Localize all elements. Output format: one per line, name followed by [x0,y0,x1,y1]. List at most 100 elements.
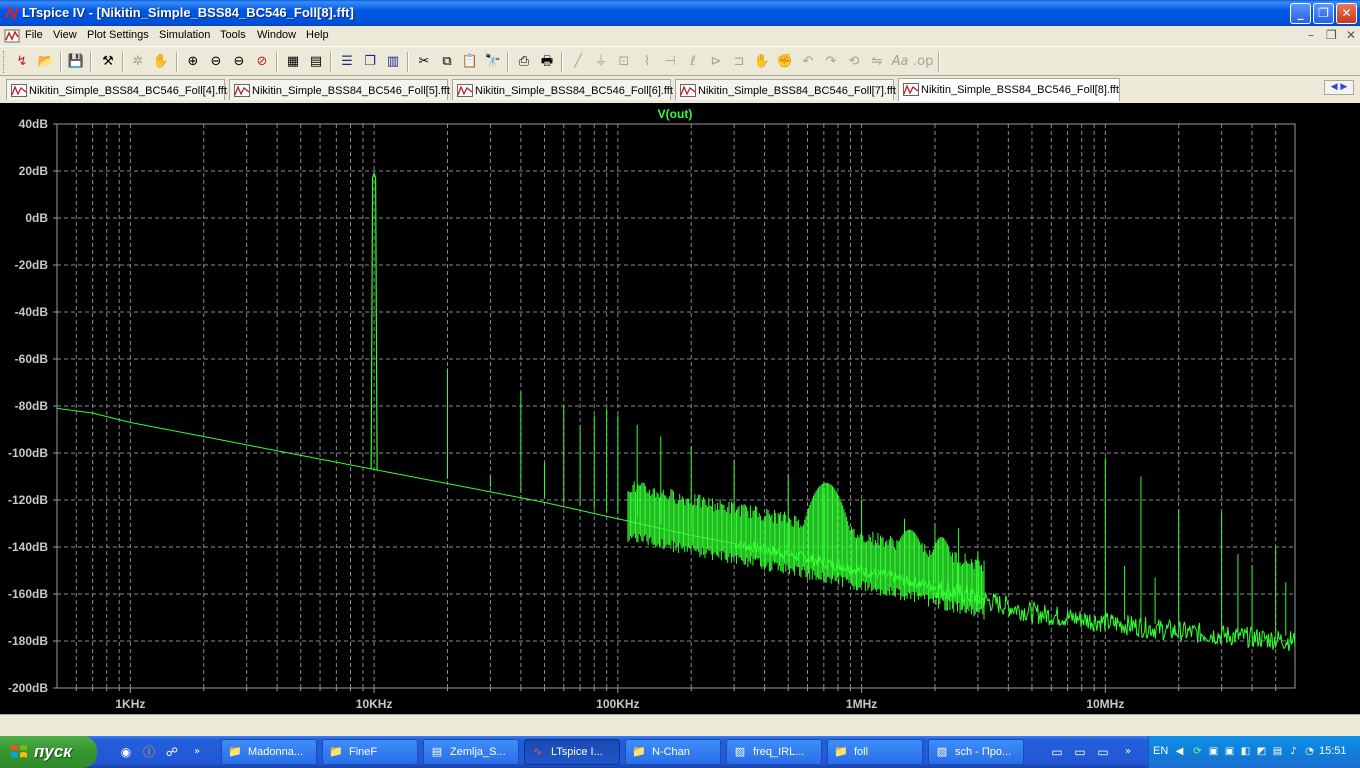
tile-vertical-icon[interactable]: ▥ [383,52,403,72]
capacitor-icon[interactable]: ⊣ [660,52,680,72]
app-quick-icon[interactable]: ▭ [1095,744,1111,760]
folder-quick-icon[interactable]: ▭ [1049,744,1065,760]
clock[interactable]: 15:51 [1319,745,1347,757]
wire-icon[interactable]: ╱ [568,52,588,72]
tray-arrow-icon[interactable]: ◀ [1173,745,1186,758]
waveform-plot-pane[interactable]: 40dB 20dB 0dB -20dB -40dB -60dB -80dB -100dB -12… [0,103,1360,714]
mirror-icon[interactable]: ⇋ [867,52,887,72]
tab-scroll-arrows[interactable]: ◀ ▶ [1324,80,1354,95]
text-icon[interactable]: Aa [890,52,910,72]
tile-horizontal-icon[interactable]: ☰ [337,52,357,72]
network-icon[interactable]: ☍ [164,744,180,760]
task-foll[interactable]: 📁 foll [827,739,923,765]
close-button[interactable]: ✕ [1336,3,1357,24]
tray-misc-icon[interactable]: ◔ [1303,745,1316,758]
autorange-icon[interactable]: ✲ [128,52,148,72]
task-finef[interactable]: 📁 FineF [322,739,418,765]
find-icon[interactable]: 🔭 [483,52,503,72]
mdi-restore-icon[interactable]: ❐ [1326,28,1337,42]
component-icon[interactable]: ⊐ [729,52,749,72]
rotate-icon[interactable]: ⟲ [844,52,864,72]
restore-button[interactable]: ❐ [1313,3,1334,24]
menu-plot-settings[interactable]: Plot Settings [87,29,149,41]
x-tick-label: 100KHz [596,697,639,711]
title-bar[interactable]: LTspice IV - [Nikitin_Simple_BSS84_BC546… [0,0,1360,26]
x-axis: 1KHz 10KHz 100KHz 1MHz 10MHz [75,688,1277,711]
language-indicator[interactable]: EN [1153,745,1168,757]
fft-plot[interactable]: 40dB 20dB 0dB -20dB -40dB -60dB -80dB -100dB -12… [0,103,1360,714]
start-button[interactable]: пуск [0,736,97,768]
chrome-icon[interactable]: ◉ [118,744,134,760]
label-net-icon[interactable]: ⊡ [614,52,634,72]
task-label: sch - Про... [955,746,1012,758]
monitor-icon[interactable]: ▤ [1271,745,1284,758]
y-tick-label: 40dB [19,117,49,131]
ground-icon[interactable]: ⏚ [591,52,611,72]
paste-icon[interactable]: 📋 [460,52,480,72]
zoom-back-icon[interactable]: ⊖ [229,52,249,72]
update-icon[interactable]: ⟳ [1191,745,1204,758]
task-n-chan[interactable]: 📁 N-Chan [625,739,721,765]
undo-icon[interactable]: ↶ [798,52,818,72]
mdi-minimize-icon[interactable]: – [1308,28,1314,42]
save-icon[interactable]: 💾 [66,52,86,72]
info-icon[interactable]: ⓘ [141,744,157,760]
zoom-out-icon[interactable]: ⊖ [206,52,226,72]
task-label: Zemlja_S... [450,746,506,758]
cut-icon[interactable]: ✂ [414,52,434,72]
tab-foll-4[interactable]: Nikitin_Simple_BSS84_BC546_Foll[4].fft [6,79,227,100]
folder-icon: 📁 [228,745,242,758]
tab-foll-7[interactable]: Nikitin_Simple_BSS84_BC546_Foll[7].fft [675,79,896,100]
redo-icon[interactable]: ↷ [821,52,841,72]
task-ltspice[interactable]: ∿ LTspice I... [524,739,620,765]
copy-icon[interactable]: ⧉ [437,52,457,72]
move-icon[interactable]: ✋ [752,52,772,72]
antivirus-icon[interactable]: ◩ [1255,745,1268,758]
toolbar-separator [407,52,409,72]
spice-directive-icon[interactable]: .op [913,52,933,72]
print-preview-icon[interactable]: ⎙ [514,52,534,72]
menu-help[interactable]: Help [306,29,329,41]
minimize-button[interactable]: _ [1290,3,1311,24]
resistor-icon[interactable]: ⌇ [637,52,657,72]
toolbar-grip[interactable] [3,51,6,73]
zoom-extents-icon[interactable]: ⊘ [252,52,272,72]
pan-icon[interactable]: ✋ [151,52,171,72]
diode-icon[interactable]: ⊳ [706,52,726,72]
run-icon[interactable]: ↯ [12,52,32,72]
menu-window[interactable]: Window [257,29,296,41]
task-madonna[interactable]: 📁 Madonna... [221,739,317,765]
tab-foll-5[interactable]: Nikitin_Simple_BSS84_BC546_Foll[5].fft [229,79,450,100]
mdi-close-icon[interactable]: ✕ [1346,28,1356,42]
drag-icon[interactable]: ✊ [775,52,795,72]
window-quick-icon[interactable]: ▭ [1072,744,1088,760]
zoom-in-icon[interactable]: ⊕ [183,52,203,72]
task-freq-irl[interactable]: ▨ freq_IRL... [726,739,822,765]
tab-foll-6[interactable]: Nikitin_Simple_BSS84_BC546_Foll[6].fft [452,79,673,100]
speaker-icon[interactable]: ♪ [1287,745,1300,758]
cascade-icon[interactable]: ❐ [360,52,380,72]
print-icon[interactable]: 🖶 [537,52,557,72]
tab-foll-8[interactable]: Nikitin_Simple_BSS84_BC546_Foll[8].fft [898,78,1120,101]
volume-icon[interactable]: ◧ [1239,745,1252,758]
trace-label-vout[interactable]: V(out) [658,107,693,121]
control-panel-icon[interactable]: ⚒ [98,52,118,72]
inductor-icon[interactable]: ℓ [683,52,703,72]
new-pane-icon[interactable]: ▤ [306,52,326,72]
quicklaunch-more-icon[interactable]: » [189,744,205,760]
task-sch[interactable]: ▨ sch - Про... [928,739,1024,765]
toolbar-separator [60,52,62,72]
menu-simulation[interactable]: Simulation [159,29,210,41]
menu-view[interactable]: View [53,29,77,41]
menu-tools[interactable]: Tools [220,29,246,41]
network-tray-icon[interactable]: ▣ [1207,745,1220,758]
network-tray-icon-2[interactable]: ▣ [1223,745,1236,758]
y-tick-label: -80dB [15,399,49,413]
open-icon[interactable]: 📂 [36,52,56,72]
taskbar-more-icon[interactable]: » [1120,744,1136,760]
task-zemlja[interactable]: ▤ Zemlja_S... [423,739,519,765]
menu-file[interactable]: File [25,29,43,41]
y-tick-label: -60dB [15,352,49,366]
document-icon[interactable] [4,28,20,44]
delete-trace-icon[interactable]: ▦ [283,52,303,72]
